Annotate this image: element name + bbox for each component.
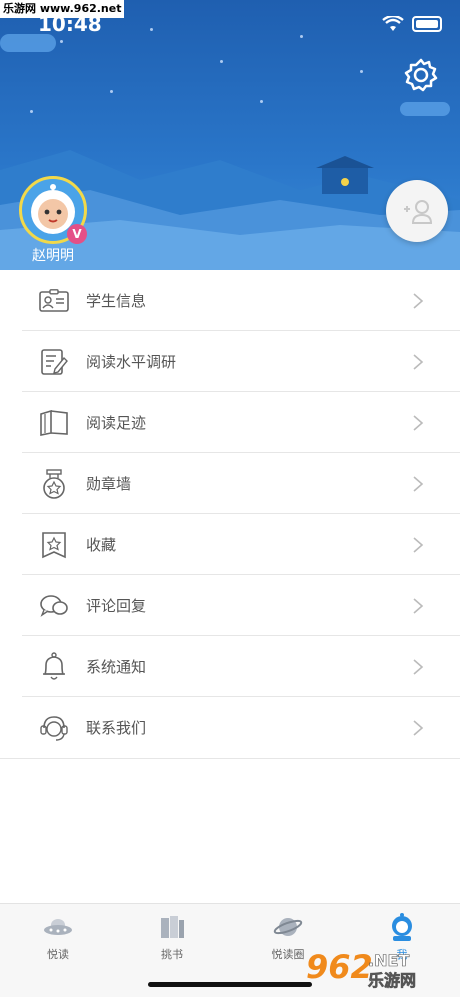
menu-item-reading-footprint[interactable]: 阅读足迹 bbox=[0, 392, 460, 453]
chevron-right-icon bbox=[413, 597, 424, 614]
books-icon bbox=[161, 916, 184, 938]
settings-button[interactable] bbox=[402, 56, 440, 94]
medal-icon bbox=[39, 468, 69, 499]
chevron-right-icon bbox=[413, 353, 424, 370]
menu-label: 联系我们 bbox=[86, 719, 147, 737]
watermark-suffix: .NET bbox=[368, 951, 409, 970]
vip-badge: V bbox=[67, 224, 87, 244]
home-indicator[interactable] bbox=[148, 982, 312, 987]
bell-icon bbox=[39, 651, 69, 682]
open-book-icon bbox=[39, 408, 69, 438]
menu-item-reading-survey[interactable]: 阅读水平调研 bbox=[0, 331, 460, 392]
watermark-brand: 乐游网 bbox=[368, 971, 416, 990]
menu-label: 系统通知 bbox=[86, 658, 147, 676]
gear-icon bbox=[404, 58, 438, 92]
tab-pick-books[interactable]: 挑书 bbox=[122, 912, 222, 962]
chevron-right-icon bbox=[413, 719, 424, 736]
chevron-right-icon bbox=[413, 536, 424, 553]
wifi-icon bbox=[382, 16, 404, 31]
menu-label: 阅读水平调研 bbox=[86, 353, 177, 371]
menu-label: 评论回复 bbox=[86, 597, 147, 615]
menu-label: 收藏 bbox=[86, 536, 117, 554]
chevron-right-icon bbox=[413, 292, 424, 309]
menu-item-medal-wall[interactable]: 勋章墙 bbox=[0, 453, 460, 514]
menu-item-student-info[interactable]: 学生信息 bbox=[0, 270, 460, 331]
menu-item-contact-us[interactable]: 联系我们 bbox=[0, 697, 460, 758]
battery-icon bbox=[412, 16, 442, 32]
edit-document-icon bbox=[39, 347, 69, 377]
astronaut-icon bbox=[392, 913, 412, 941]
tab-yuedu[interactable]: 悦读 bbox=[8, 912, 108, 962]
chevron-right-icon bbox=[413, 414, 424, 431]
tab-label: 悦读 bbox=[47, 948, 69, 961]
menu-item-system-notifications[interactable]: 系统通知 bbox=[0, 636, 460, 697]
chevron-right-icon bbox=[413, 475, 424, 492]
watermark-number: 962 bbox=[306, 948, 373, 986]
tab-label: 挑书 bbox=[161, 948, 183, 961]
menu-label: 阅读足迹 bbox=[86, 414, 147, 432]
chat-bubbles-icon bbox=[39, 591, 69, 621]
add-user-icon bbox=[404, 200, 433, 224]
menu-label: 学生信息 bbox=[86, 292, 147, 310]
cloud-decoration bbox=[0, 34, 56, 52]
status-icons bbox=[382, 16, 442, 32]
menu-label: 勋章墙 bbox=[86, 475, 132, 493]
cloud-decoration bbox=[400, 102, 450, 116]
chevron-right-icon bbox=[413, 658, 424, 675]
headset-icon bbox=[39, 713, 69, 743]
ufo-icon bbox=[44, 919, 72, 935]
user-name: 赵明明 bbox=[32, 248, 74, 264]
star-bookmark-icon bbox=[39, 530, 69, 560]
watermark-logo: 962 .NET 乐游网 bbox=[306, 948, 416, 990]
add-friend-button[interactable] bbox=[386, 180, 448, 242]
menu-list: 学生信息 阅读水平调研 阅读足迹 勋章墙 收藏 评论回复 系统通知 联系我们 bbox=[0, 270, 460, 759]
status-time: 10:48 bbox=[38, 12, 102, 36]
planet-icon bbox=[273, 918, 303, 936]
id-card-icon bbox=[39, 286, 69, 316]
menu-item-comment-replies[interactable]: 评论回复 bbox=[0, 575, 460, 636]
menu-item-favorites[interactable]: 收藏 bbox=[0, 514, 460, 575]
profile-header: 乐游网 www.962.net 10:48 V 赵明明 bbox=[0, 0, 460, 270]
